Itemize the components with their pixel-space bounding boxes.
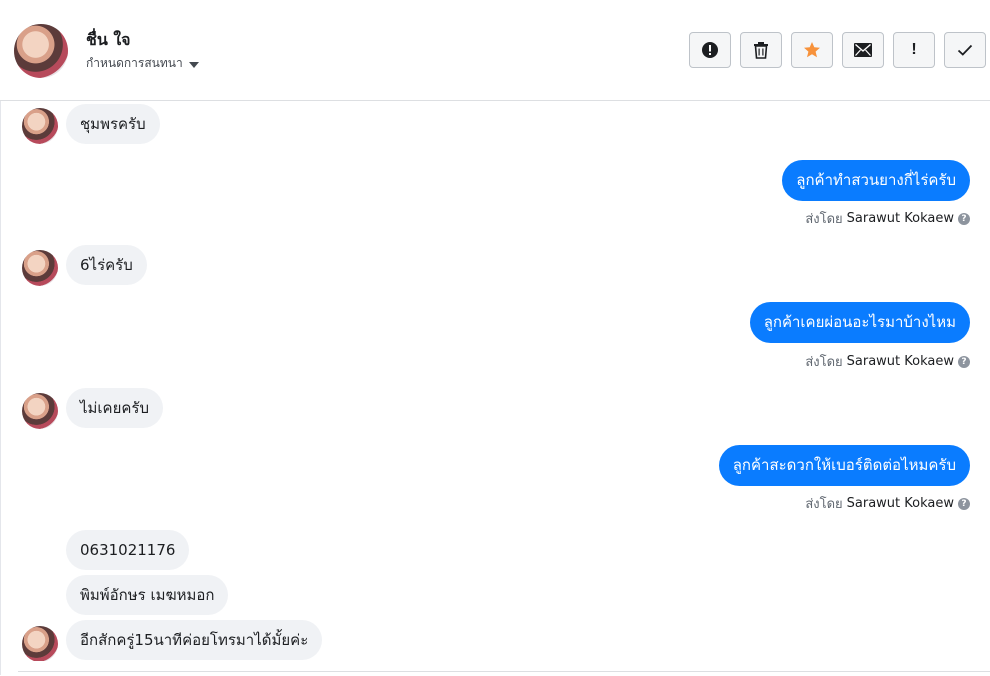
outgoing-message[interactable]: ลูกค้าทำสวนยางกี่ไร่ครับ	[782, 160, 970, 201]
trash-icon	[754, 42, 768, 59]
composer-divider	[18, 671, 990, 672]
contact-avatar-small	[22, 393, 58, 429]
spam-button[interactable]: !	[893, 32, 935, 68]
done-button[interactable]	[944, 32, 986, 68]
outgoing-message[interactable]: ลูกค้าสะดวกให้เบอร์ติดต่อไหมครับ	[718, 445, 970, 486]
incoming-message[interactable]: ชุมพรครับ	[66, 104, 160, 144]
incoming-message[interactable]: อีกสักครู่15นาทีค่อยโทรมาได้มั้ยค่ะ	[66, 620, 323, 660]
caret-down-icon	[188, 61, 199, 68]
incoming-message[interactable]: 0631021176	[66, 530, 190, 570]
outgoing-message[interactable]: ลูกค้าเคยผ่อนอะไรมาบ้างไหม	[749, 302, 970, 343]
delete-button[interactable]	[740, 32, 782, 68]
contact-name[interactable]: ชื่น ใจ	[86, 28, 131, 53]
incoming-message[interactable]: ไม่เคยครับ	[66, 388, 163, 428]
incoming-message[interactable]: 6ไร่ครับ	[66, 245, 147, 285]
sent-by-prefix: ส่งโดย	[805, 355, 843, 370]
envelope-icon	[854, 43, 872, 57]
sent-by-info: ส่งโดย Sarawut Kokaew ?	[805, 493, 970, 514]
message-thread[interactable]: ชุมพรครับ ลูกค้าทำสวนยางกี่ไร่ครับ ส่งโด…	[0, 101, 990, 661]
contact-avatar-small	[22, 250, 58, 286]
contact-avatar-small	[22, 108, 58, 144]
contact-avatar[interactable]	[14, 24, 68, 78]
contact-avatar-small	[22, 626, 58, 661]
report-button[interactable]	[689, 32, 731, 68]
star-icon	[804, 42, 820, 58]
sent-by-prefix: ส่งโดย	[805, 212, 843, 227]
conversation-toolbar: !	[689, 32, 986, 68]
help-icon[interactable]: ?	[958, 355, 970, 368]
assign-conversation-dropdown[interactable]: กำหนดการสนทนา	[86, 54, 199, 73]
sent-by-prefix: ส่งโดย	[805, 497, 843, 512]
incoming-message[interactable]: พิมพ์อักษร เมฆหมอก	[66, 575, 229, 615]
conversation-header: ชื่น ใจ กำหนดการสนทนา !	[0, 0, 990, 101]
check-icon	[957, 44, 973, 56]
sent-by-info: ส่งโดย Sarawut Kokaew ?	[805, 351, 970, 372]
help-icon[interactable]: ?	[958, 497, 970, 510]
exclamation-circle-icon	[702, 42, 718, 58]
assign-label: กำหนดการสนทนา	[86, 56, 183, 70]
sent-by-info: ส่งโดย Sarawut Kokaew ?	[805, 208, 970, 229]
sent-by-name: Sarawut Kokaew	[846, 211, 954, 226]
mark-unread-button[interactable]	[842, 32, 884, 68]
exclamation-icon: !	[911, 41, 917, 58]
star-button[interactable]	[791, 32, 833, 68]
help-icon[interactable]: ?	[958, 212, 970, 225]
sent-by-name: Sarawut Kokaew	[846, 354, 954, 369]
sent-by-name: Sarawut Kokaew	[846, 496, 954, 511]
